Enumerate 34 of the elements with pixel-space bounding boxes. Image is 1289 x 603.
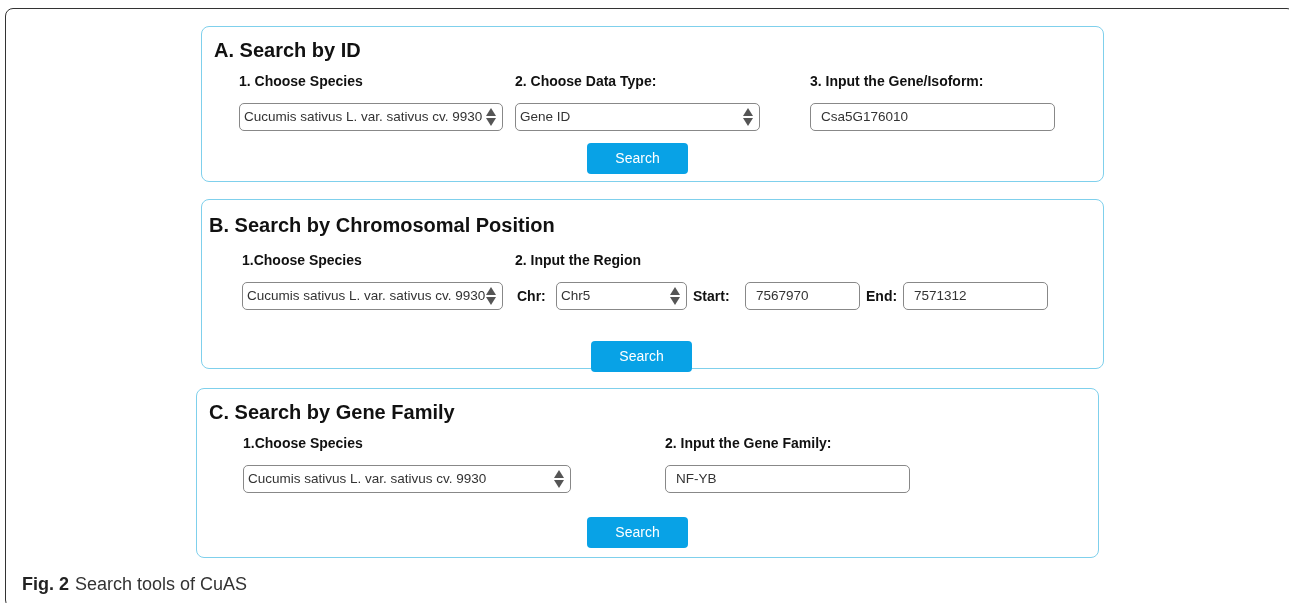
- step-label: 2. Input the Region: [515, 251, 642, 270]
- field-label: Start:: [692, 286, 731, 306]
- step-label: 2. Choose Data Type:: [515, 72, 658, 91]
- field-label: Chr:: [516, 286, 547, 306]
- figure-caption: Search tools of CuAS: [75, 573, 248, 596]
- spinner-arrows-icon: [486, 286, 496, 306]
- spinner-arrows-icon: [486, 107, 496, 127]
- species-select[interactable]: Cucumis sativus L. var. sativus cv. 9930: [242, 282, 503, 310]
- field-label: End:: [865, 286, 899, 306]
- select-value: Cucumis sativus L. var. sativus cv. 9930: [247, 286, 486, 305]
- select-value: Chr5: [561, 286, 591, 305]
- select-value: Cucumis sativus L. var. sativus cv. 9930: [244, 107, 483, 126]
- step-label: 2. Input the Gene Family:: [665, 434, 833, 453]
- spinner-arrows-icon: [670, 286, 680, 306]
- step-label: 1.Choose Species: [243, 434, 364, 453]
- spinner-arrows-icon: [554, 469, 564, 489]
- input-field[interactable]: NF-YB: [665, 465, 910, 493]
- spinner-arrows-icon: [743, 107, 753, 127]
- step-label: 3. Input the Gene/Isoform:: [810, 72, 985, 91]
- species-select[interactable]: Cucumis sativus L. var. sativus cv. 9930: [243, 465, 571, 493]
- panel-title: B. Search by Chromosomal Position: [209, 214, 555, 236]
- species-select[interactable]: Chr5: [556, 282, 687, 310]
- input-field[interactable]: 7571312: [903, 282, 1048, 310]
- step-label: 1. Choose Species: [239, 72, 364, 91]
- figure-label: Fig. 2: [22, 573, 69, 596]
- panel-title: A. Search by ID: [214, 39, 361, 61]
- species-select[interactable]: Gene ID: [515, 103, 760, 131]
- step-label: 1.Choose Species: [242, 251, 363, 270]
- select-value: Gene ID: [520, 107, 571, 126]
- panel-title: C. Search by Gene Family: [209, 401, 455, 423]
- input-field[interactable]: Csa5G176010: [810, 103, 1055, 131]
- species-select[interactable]: Cucumis sativus L. var. sativus cv. 9930: [239, 103, 503, 131]
- input-field[interactable]: 7567970: [745, 282, 860, 310]
- select-value: Cucumis sativus L. var. sativus cv. 9930: [248, 469, 487, 488]
